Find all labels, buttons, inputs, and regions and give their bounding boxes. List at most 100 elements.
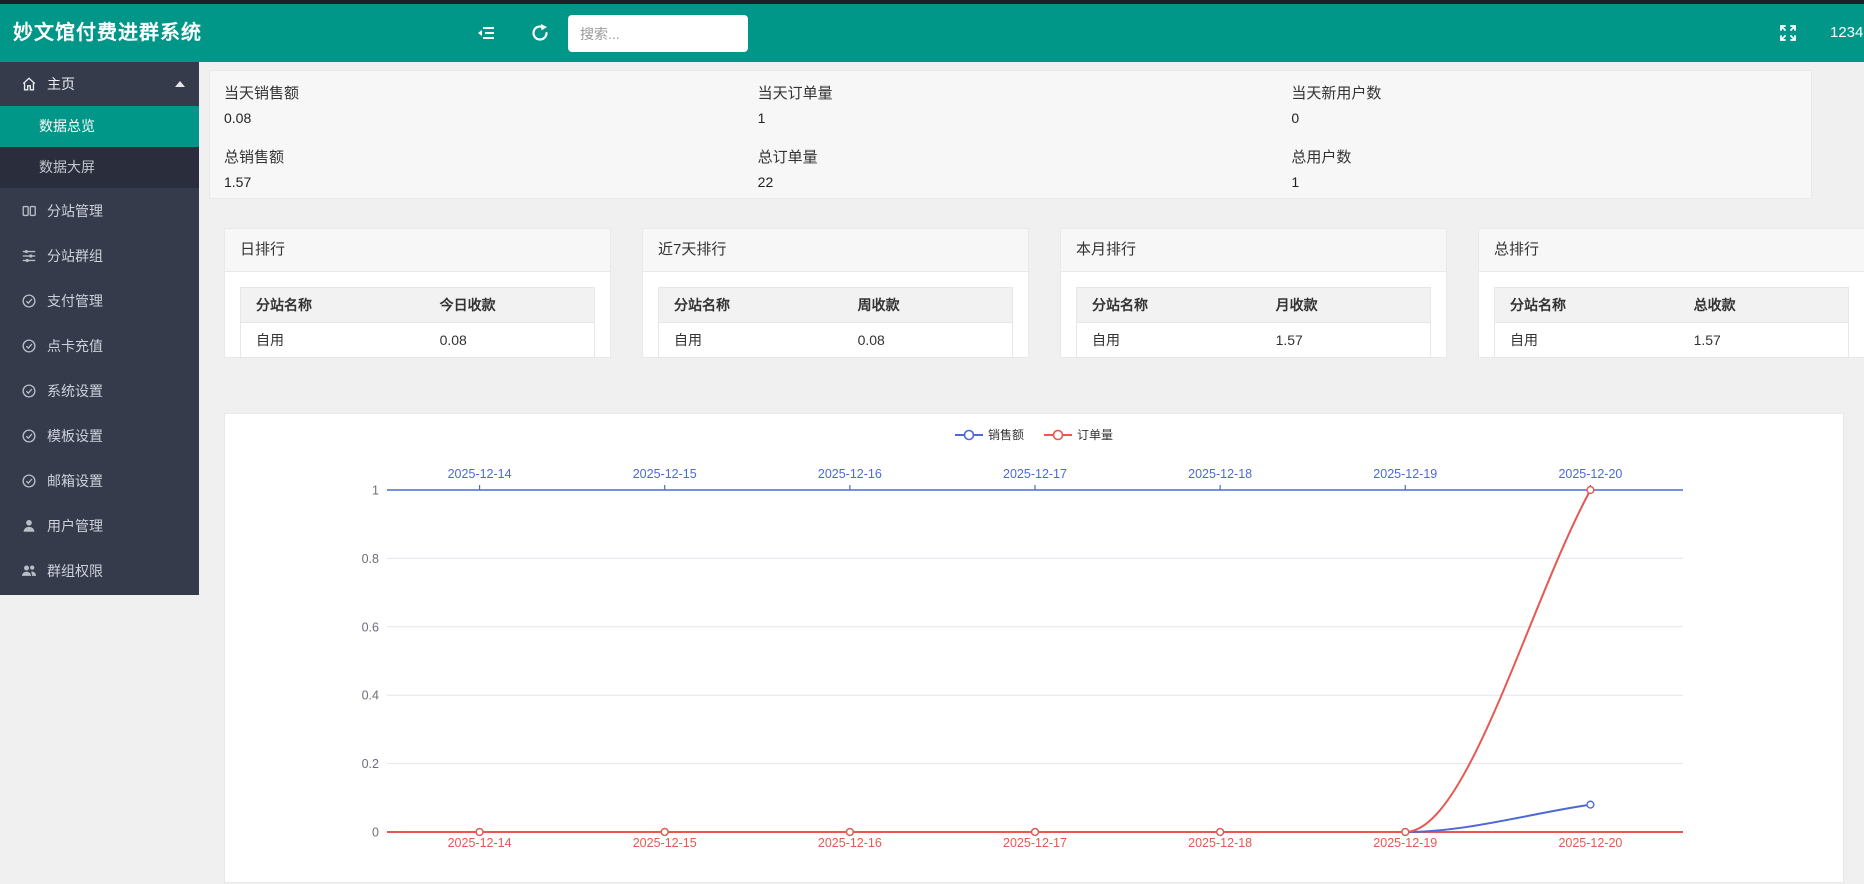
sidebar-item-主页[interactable]: 主页 bbox=[0, 62, 199, 106]
sidebar-item-label: 用户管理 bbox=[47, 516, 103, 536]
search-input[interactable] bbox=[568, 15, 748, 52]
sidebar-item-点卡充值[interactable]: 点卡充值 bbox=[0, 323, 199, 368]
sidebar-item-label: 邮箱设置 bbox=[47, 471, 103, 491]
svg-text:0.4: 0.4 bbox=[362, 689, 379, 703]
stat-cell: 总订单量22 bbox=[744, 135, 1278, 199]
stats-panel: 当天销售额0.08当天订单量1当天新用户数0总销售额1.57总订单量22总用户数… bbox=[209, 70, 1812, 199]
table-row[interactable]: 自用0.08 bbox=[659, 323, 1013, 358]
ranking-card-title: 本月排行 bbox=[1061, 229, 1446, 272]
table-row[interactable]: 自用1.57 bbox=[1495, 323, 1849, 358]
svg-text:0.6: 0.6 bbox=[362, 620, 379, 634]
table-column-header: 分站名称 bbox=[659, 288, 843, 323]
ranking-card-body: 分站名称周收款自用0.08 bbox=[643, 272, 1028, 358]
svg-text:2025-12-16: 2025-12-16 bbox=[818, 836, 882, 850]
users-icon bbox=[21, 563, 37, 579]
sidebar-item-label: 分站群组 bbox=[47, 246, 103, 266]
sidebar-subitem-数据大屏[interactable]: 数据大屏 bbox=[0, 147, 199, 188]
table-header-row: 分站名称周收款 bbox=[659, 288, 1013, 323]
sidebar-item-支付管理[interactable]: 支付管理 bbox=[0, 278, 199, 323]
ranking-table: 分站名称今日收款自用0.08 bbox=[240, 287, 595, 358]
check-badge-icon bbox=[21, 293, 37, 309]
stat-label: 总用户数 bbox=[1291, 146, 1811, 167]
table-cell: 1.57 bbox=[1679, 323, 1849, 358]
ranking-table: 分站名称总收款自用1.57 bbox=[1494, 287, 1849, 358]
table-cell: 自用 bbox=[659, 323, 843, 358]
sidebar-item-邮箱设置[interactable]: 邮箱设置 bbox=[0, 458, 199, 503]
stat-value: 1 bbox=[1291, 174, 1811, 190]
ranking-card: 日排行分站名称今日收款自用0.08 bbox=[224, 228, 611, 358]
svg-text:1: 1 bbox=[372, 484, 379, 498]
series-line-订单量 bbox=[480, 490, 1591, 832]
stat-label: 当天新用户数 bbox=[1291, 82, 1811, 103]
ranking-card-body: 分站名称月收款自用1.57 bbox=[1061, 272, 1446, 358]
table-column-header: 周收款 bbox=[843, 288, 1013, 323]
table-cell: 1.57 bbox=[1261, 323, 1431, 358]
check-badge-icon bbox=[21, 383, 37, 399]
table-column-header: 月收款 bbox=[1261, 288, 1431, 323]
sidebar-item-群组权限[interactable]: 群组权限 bbox=[0, 548, 199, 593]
svg-text:2025-12-17: 2025-12-17 bbox=[1003, 836, 1067, 850]
table-header-row: 分站名称总收款 bbox=[1495, 288, 1849, 323]
sidebar-subitem-数据总览[interactable]: 数据总览 bbox=[0, 106, 199, 147]
series-line-销售额 bbox=[480, 805, 1591, 832]
legend-marker-icon bbox=[1044, 429, 1072, 441]
refresh-icon[interactable] bbox=[530, 23, 550, 43]
home-icon bbox=[21, 76, 37, 92]
fullscreen-icon[interactable] bbox=[1778, 23, 1798, 43]
username-menu[interactable]: 12345 bbox=[1830, 4, 1864, 62]
table-cell: 自用 bbox=[1495, 323, 1679, 358]
table-row[interactable]: 自用0.08 bbox=[241, 323, 595, 358]
sidebar-item-label: 支付管理 bbox=[47, 291, 103, 311]
sidebar-item-分站管理[interactable]: 分站管理 bbox=[0, 188, 199, 233]
svg-text:2025-12-14: 2025-12-14 bbox=[448, 467, 512, 481]
table-column-header: 今日收款 bbox=[425, 288, 595, 323]
sidebar-item-label: 系统设置 bbox=[47, 381, 103, 401]
sidebar-nav: 主页数据总览数据大屏分站管理分站群组支付管理点卡充值系统设置模板设置邮箱设置用户… bbox=[0, 62, 199, 595]
stat-cell: 总销售额1.57 bbox=[210, 135, 744, 199]
check-badge-icon bbox=[21, 473, 37, 489]
ranking-card: 近7天排行分站名称周收款自用0.08 bbox=[642, 228, 1029, 358]
svg-text:2025-12-20: 2025-12-20 bbox=[1558, 467, 1622, 481]
sidebar-item-用户管理[interactable]: 用户管理 bbox=[0, 503, 199, 548]
ranking-cards-row: 日排行分站名称今日收款自用0.08近7天排行分站名称周收款自用0.08本月排行分… bbox=[224, 228, 1864, 358]
chevron-up-icon bbox=[175, 81, 185, 87]
columns-icon bbox=[21, 203, 37, 219]
table-column-header: 分站名称 bbox=[241, 288, 425, 323]
sidebar-item-模板设置[interactable]: 模板设置 bbox=[0, 413, 199, 458]
svg-text:2025-12-20: 2025-12-20 bbox=[1558, 836, 1622, 850]
stat-value: 0 bbox=[1291, 110, 1811, 126]
stat-cell: 总用户数 1 bbox=[1277, 135, 1811, 199]
user-icon bbox=[21, 518, 37, 534]
table-cell: 0.08 bbox=[425, 323, 595, 358]
ranking-card-title: 近7天排行 bbox=[643, 229, 1028, 272]
ranking-card: 本月排行分站名称月收款自用1.57 bbox=[1060, 228, 1447, 358]
legend-label: 销售额 bbox=[988, 426, 1024, 443]
table-column-header: 分站名称 bbox=[1495, 288, 1679, 323]
chart-legend: 销售额 订单量 bbox=[225, 426, 1843, 443]
sidebar-item-label: 主页 bbox=[47, 74, 75, 94]
sales-orders-line-chart[interactable]: 00.20.40.60.812025-12-142025-12-152025-1… bbox=[225, 414, 1845, 884]
stat-label: 当天销售额 bbox=[224, 82, 744, 103]
collapse-menu-icon[interactable] bbox=[476, 23, 496, 43]
sidebar-item-分站群组[interactable]: 分站群组 bbox=[0, 233, 199, 278]
legend-item-订单量[interactable]: 订单量 bbox=[1044, 426, 1113, 443]
sidebar-item-系统设置[interactable]: 系统设置 bbox=[0, 368, 199, 413]
svg-text:2025-12-19: 2025-12-19 bbox=[1373, 467, 1437, 481]
svg-text:2025-12-18: 2025-12-18 bbox=[1188, 467, 1252, 481]
table-column-header: 分站名称 bbox=[1077, 288, 1261, 323]
check-badge-icon bbox=[21, 338, 37, 354]
table-row[interactable]: 自用1.57 bbox=[1077, 323, 1431, 358]
ranking-card: 总排行分站名称总收款自用1.57 bbox=[1478, 228, 1864, 358]
legend-item-销售额[interactable]: 销售额 bbox=[955, 426, 1024, 443]
svg-text:2025-12-16: 2025-12-16 bbox=[818, 467, 882, 481]
svg-text:2025-12-18: 2025-12-18 bbox=[1188, 836, 1252, 850]
stat-value: 1 bbox=[758, 110, 1278, 126]
check-badge-icon bbox=[21, 428, 37, 444]
legend-label: 订单量 bbox=[1077, 426, 1113, 443]
stat-label: 当天订单量 bbox=[758, 82, 1278, 103]
table-column-header: 总收款 bbox=[1679, 288, 1849, 323]
stat-label: 总销售额 bbox=[224, 146, 744, 167]
sidebar-item-label: 模板设置 bbox=[47, 426, 103, 446]
ranking-card-body: 分站名称总收款自用1.57 bbox=[1479, 272, 1864, 358]
table-header-row: 分站名称月收款 bbox=[1077, 288, 1431, 323]
